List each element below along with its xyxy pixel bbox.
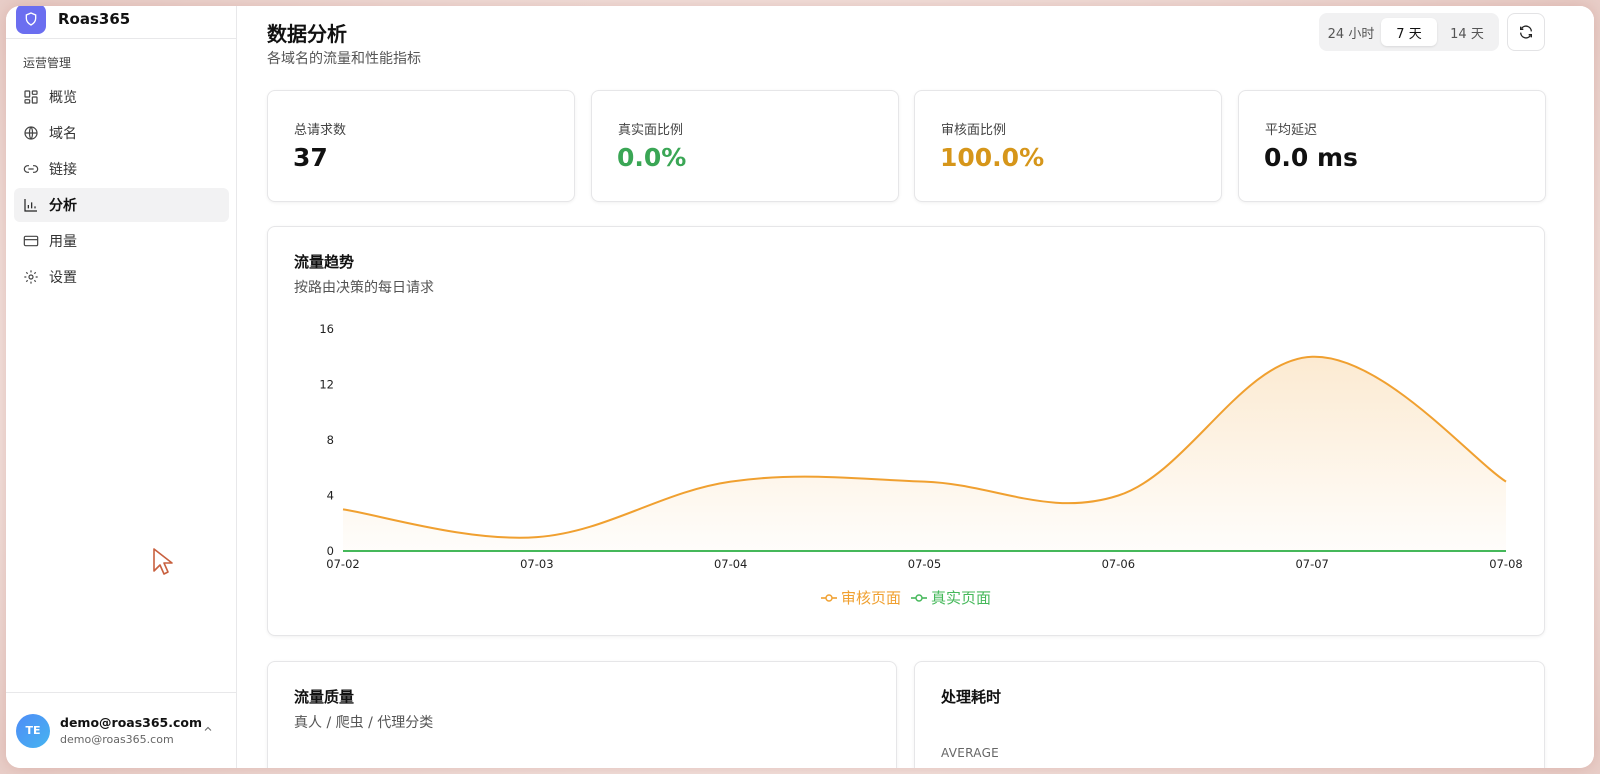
traffic-trend-chart: 0 4 8 12 16 07-02 07-03 07-04 07-05 07-06 07-07 07-…	[319, 322, 1522, 571]
user-email: demo@roas365.com	[60, 733, 174, 746]
dashboard-icon	[23, 89, 39, 105]
page-subtitle: 各域名的流量和性能指标	[267, 51, 421, 67]
globe-icon	[23, 125, 39, 141]
sidebar-item-label: 设置	[49, 270, 77, 286]
credit-card-icon	[23, 233, 39, 249]
x-tick-label: 07-02	[326, 557, 359, 571]
legend-line-icon	[820, 593, 837, 602]
refresh-icon	[1520, 25, 1532, 39]
stat-card-review-ratio: 审核面比例 100.0%	[914, 90, 1222, 202]
sidebar-item-usage[interactable]: 用量	[14, 224, 229, 258]
gear-icon	[23, 269, 39, 285]
x-tick-label: 07-06	[1102, 557, 1135, 571]
x-tick-label: 07-03	[520, 557, 553, 571]
user-name: demo@roas365.com	[60, 715, 203, 730]
x-tick-label: 07-04	[714, 557, 747, 571]
y-tick-label: 0	[327, 544, 334, 558]
metric-caption: AVERAGE	[941, 746, 1000, 760]
avatar: TE	[16, 713, 50, 748]
desktop-background: Roas365 运营管理 概览 域名 链接 分析 用量 设置 TE demo@r…	[0, 0, 1600, 774]
x-tick-label: 07-08	[1489, 557, 1522, 571]
card-title: 流量质量	[294, 688, 355, 706]
stat-label: 总请求数	[294, 123, 347, 138]
stat-card-real-ratio: 真实面比例 0.0%	[591, 90, 899, 202]
nav-group-label: 运营管理	[23, 56, 72, 70]
traffic-quality-card: 流量质量 真人 / 爬虫 / 代理分类	[267, 661, 897, 768]
refresh-button[interactable]	[1507, 13, 1545, 51]
sidebar-item-label: 域名	[49, 126, 77, 142]
bar-chart-icon	[23, 197, 39, 213]
legend-label: 真实页面	[931, 589, 992, 607]
tab-7d[interactable]: 7 天	[1381, 18, 1437, 46]
processing-time-card: 处理耗时 AVERAGE	[914, 661, 1545, 768]
x-tick-label: 07-05	[908, 557, 941, 571]
series-area-0	[343, 356, 1506, 551]
brand-name: Roas365	[58, 10, 131, 28]
user-info: demo@roas365.com demo@roas365.com	[60, 715, 202, 746]
legend-item-review[interactable]: 审核页面	[820, 587, 901, 608]
mouse-cursor-icon	[153, 548, 173, 575]
shield-icon	[16, 6, 46, 34]
legend-line-icon	[911, 593, 927, 602]
brand[interactable]: Roas365	[16, 6, 236, 42]
app-window: Roas365 运营管理 概览 域名 链接 分析 用量 设置 TE demo@r…	[6, 6, 1594, 768]
sidebar: Roas365 运营管理 概览 域名 链接 分析 用量 设置 TE demo@r…	[6, 6, 237, 768]
time-range-tabs: 24 小时 7 天 14 天	[1319, 13, 1499, 51]
chevron-up-icon[interactable]	[202, 723, 214, 735]
sidebar-nav: 概览 域名 链接 分析 用量 设置	[14, 80, 229, 296]
stat-value: 100.0%	[940, 143, 1045, 172]
card-subtitle: 真人 / 爬虫 / 代理分类	[294, 715, 434, 731]
legend-item-real[interactable]: 真实页面	[911, 587, 991, 608]
y-tick-label: 8	[327, 433, 334, 447]
stat-value: 0.0 ms	[1264, 143, 1358, 172]
stat-card-avg-latency: 平均延迟 0.0 ms	[1238, 90, 1546, 202]
link-icon	[23, 161, 39, 177]
stat-label: 审核面比例	[941, 123, 1007, 138]
stat-card-total-requests: 总请求数 37	[267, 90, 575, 202]
y-tick-label: 16	[319, 322, 334, 336]
stat-value: 0.0%	[617, 143, 687, 172]
sidebar-item-links[interactable]: 链接	[14, 152, 229, 186]
sidebar-item-domains[interactable]: 域名	[14, 116, 229, 150]
user-menu[interactable]: TE demo@roas365.com demo@roas365.com	[6, 692, 237, 768]
tab-14d[interactable]: 14 天	[1439, 18, 1495, 46]
sidebar-item-label: 链接	[49, 162, 77, 178]
sidebar-item-overview[interactable]: 概览	[14, 80, 229, 114]
x-tick-label: 07-07	[1295, 557, 1328, 571]
sidebar-item-label: 用量	[49, 234, 77, 250]
y-tick-label: 4	[327, 489, 334, 503]
tab-24h[interactable]: 24 小时	[1323, 18, 1379, 46]
sidebar-item-label: 分析	[49, 198, 77, 214]
sidebar-item-settings[interactable]: 设置	[14, 260, 229, 294]
stat-label: 平均延迟	[1265, 123, 1318, 138]
page-title: 数据分析	[267, 22, 347, 46]
divider	[6, 38, 237, 39]
main-content: 数据分析 各域名的流量和性能指标 24 小时 7 天 14 天 总请求数 37 …	[237, 6, 1594, 768]
sidebar-item-label: 概览	[49, 90, 77, 106]
stat-label: 真实面比例	[618, 123, 684, 138]
stat-value: 37	[293, 143, 328, 172]
chart-legend: 审核页面 真实页面	[268, 587, 1544, 608]
sidebar-item-analytics[interactable]: 分析	[14, 188, 229, 222]
legend-label: 审核页面	[840, 589, 901, 607]
traffic-trend-card: 流量趋势 按路由决策的每日请求 0 4 8 12 16 07-02 07-03 07-04 07…	[267, 226, 1545, 636]
y-tick-label: 12	[319, 378, 334, 392]
card-title: 处理耗时	[941, 688, 1002, 706]
